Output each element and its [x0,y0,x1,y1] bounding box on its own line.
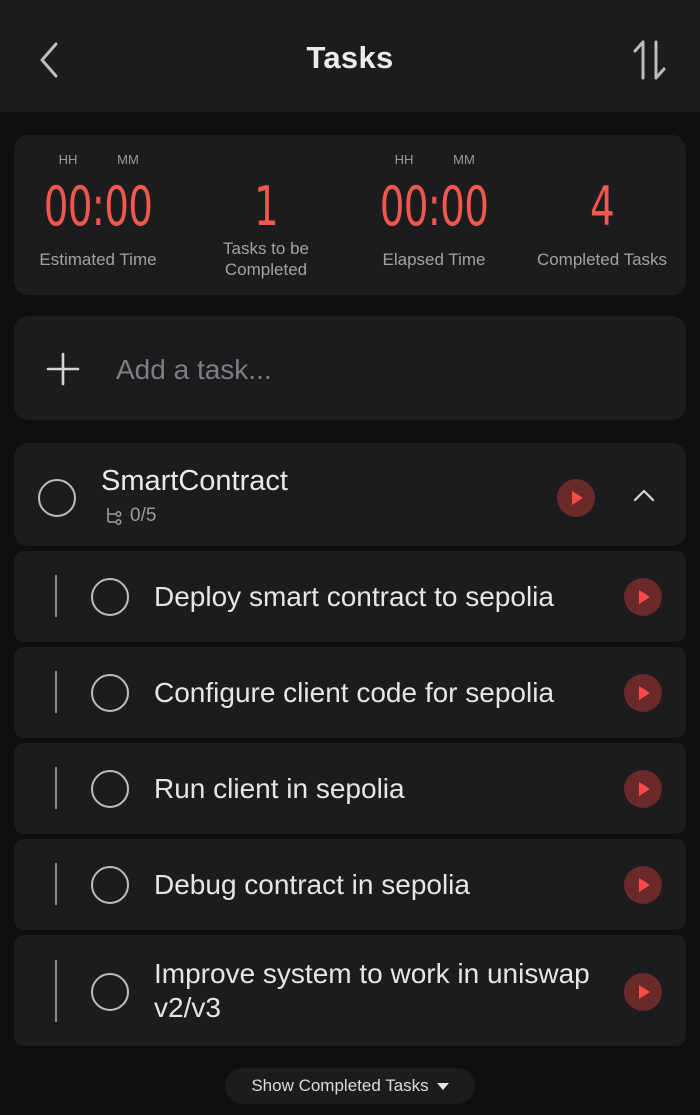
page-title: Tasks [306,40,394,75]
tasks-to-complete-stat: 1 Tasks to be Completed [182,135,350,295]
show-completed-button[interactable]: Show Completed Tasks [225,1068,475,1104]
indent-line [55,767,57,809]
task-row[interactable]: Improve system to work in uniswap v2/v3 [14,935,686,1046]
task-row[interactable]: Debug contract in sepolia [14,839,686,930]
indent-line [55,575,57,617]
play-icon[interactable] [624,578,662,616]
task-checkbox[interactable] [91,973,129,1011]
task-checkbox[interactable] [91,578,129,616]
stats-card: HH MM 00:00 Estimated Time 1 Tasks to be … [14,135,686,295]
project-complete-checkbox[interactable] [38,479,76,517]
collapse-button[interactable] [629,481,659,511]
add-task-input[interactable] [114,346,658,394]
play-icon[interactable] [557,479,595,517]
time-units: HH MM [350,152,518,167]
show-completed-label: Show Completed Tasks [251,1076,429,1095]
play-icon[interactable] [624,866,662,904]
project-row[interactable]: SmartContract 0/5 [14,443,686,546]
tasks-to-complete-label: Tasks to be Completed [223,239,309,279]
play-icon[interactable] [624,674,662,712]
plus-icon[interactable] [46,352,80,386]
caret-down-icon [436,1083,449,1091]
minutes-unit: MM [453,152,475,167]
elapsed-time-value: 00:00 [379,175,489,238]
task-checkbox[interactable] [91,770,129,808]
subtask-progress: 0/5 [104,505,156,527]
sort-button[interactable] [628,38,672,82]
tasks-to-complete-value: 1 [253,175,279,238]
play-icon[interactable] [624,973,662,1011]
completed-tasks-stat: 4 Completed Tasks [518,135,686,295]
task-title: Deploy smart contract to sepolia [154,581,554,612]
hours-unit: HH [394,152,414,167]
elapsed-time-stat: HH MM 00:00 Elapsed Time [350,135,518,295]
play-icon[interactable] [624,770,662,808]
sort-arrows-icon [633,40,666,80]
estimated-time-stat: HH MM 00:00 Estimated Time [14,135,182,295]
hours-unit: HH [58,152,78,167]
task-checkbox[interactable] [91,866,129,904]
minutes-unit: MM [117,152,139,167]
completed-tasks-value: 4 [589,175,615,238]
completed-tasks-label: Completed Tasks [536,250,668,269]
task-row[interactable]: Run client in sepolia [14,743,686,834]
task-row[interactable]: Configure client code for sepolia [14,647,686,738]
indent-line [55,863,57,905]
task-title: Run client in sepolia [154,773,405,804]
task-title: Improve system to work in uniswap v2/v3 [154,958,590,1023]
indent-line [55,960,57,1022]
indent-line [55,671,57,713]
estimated-time-label: Estimated Time [39,250,157,269]
subtask-tree-icon [107,508,122,525]
add-task-card[interactable] [14,316,686,420]
task-title: Debug contract in sepolia [154,869,470,900]
tasks-screen: Tasks HH MM 00:00 Estimated Time 1 Tasks … [0,0,700,1115]
project-name: SmartContract [101,465,288,497]
header-bar: Tasks [0,0,700,112]
task-row[interactable]: Deploy smart contract to sepolia [14,551,686,642]
task-title: Configure client code for sepolia [154,677,555,708]
elapsed-time-label: Elapsed Time [382,250,486,269]
time-units: HH MM [14,152,182,167]
estimated-time-value: 00:00 [43,175,153,238]
task-checkbox[interactable] [91,674,129,712]
chevron-up-icon [633,489,655,502]
subtask-count: 0/5 [130,505,157,526]
